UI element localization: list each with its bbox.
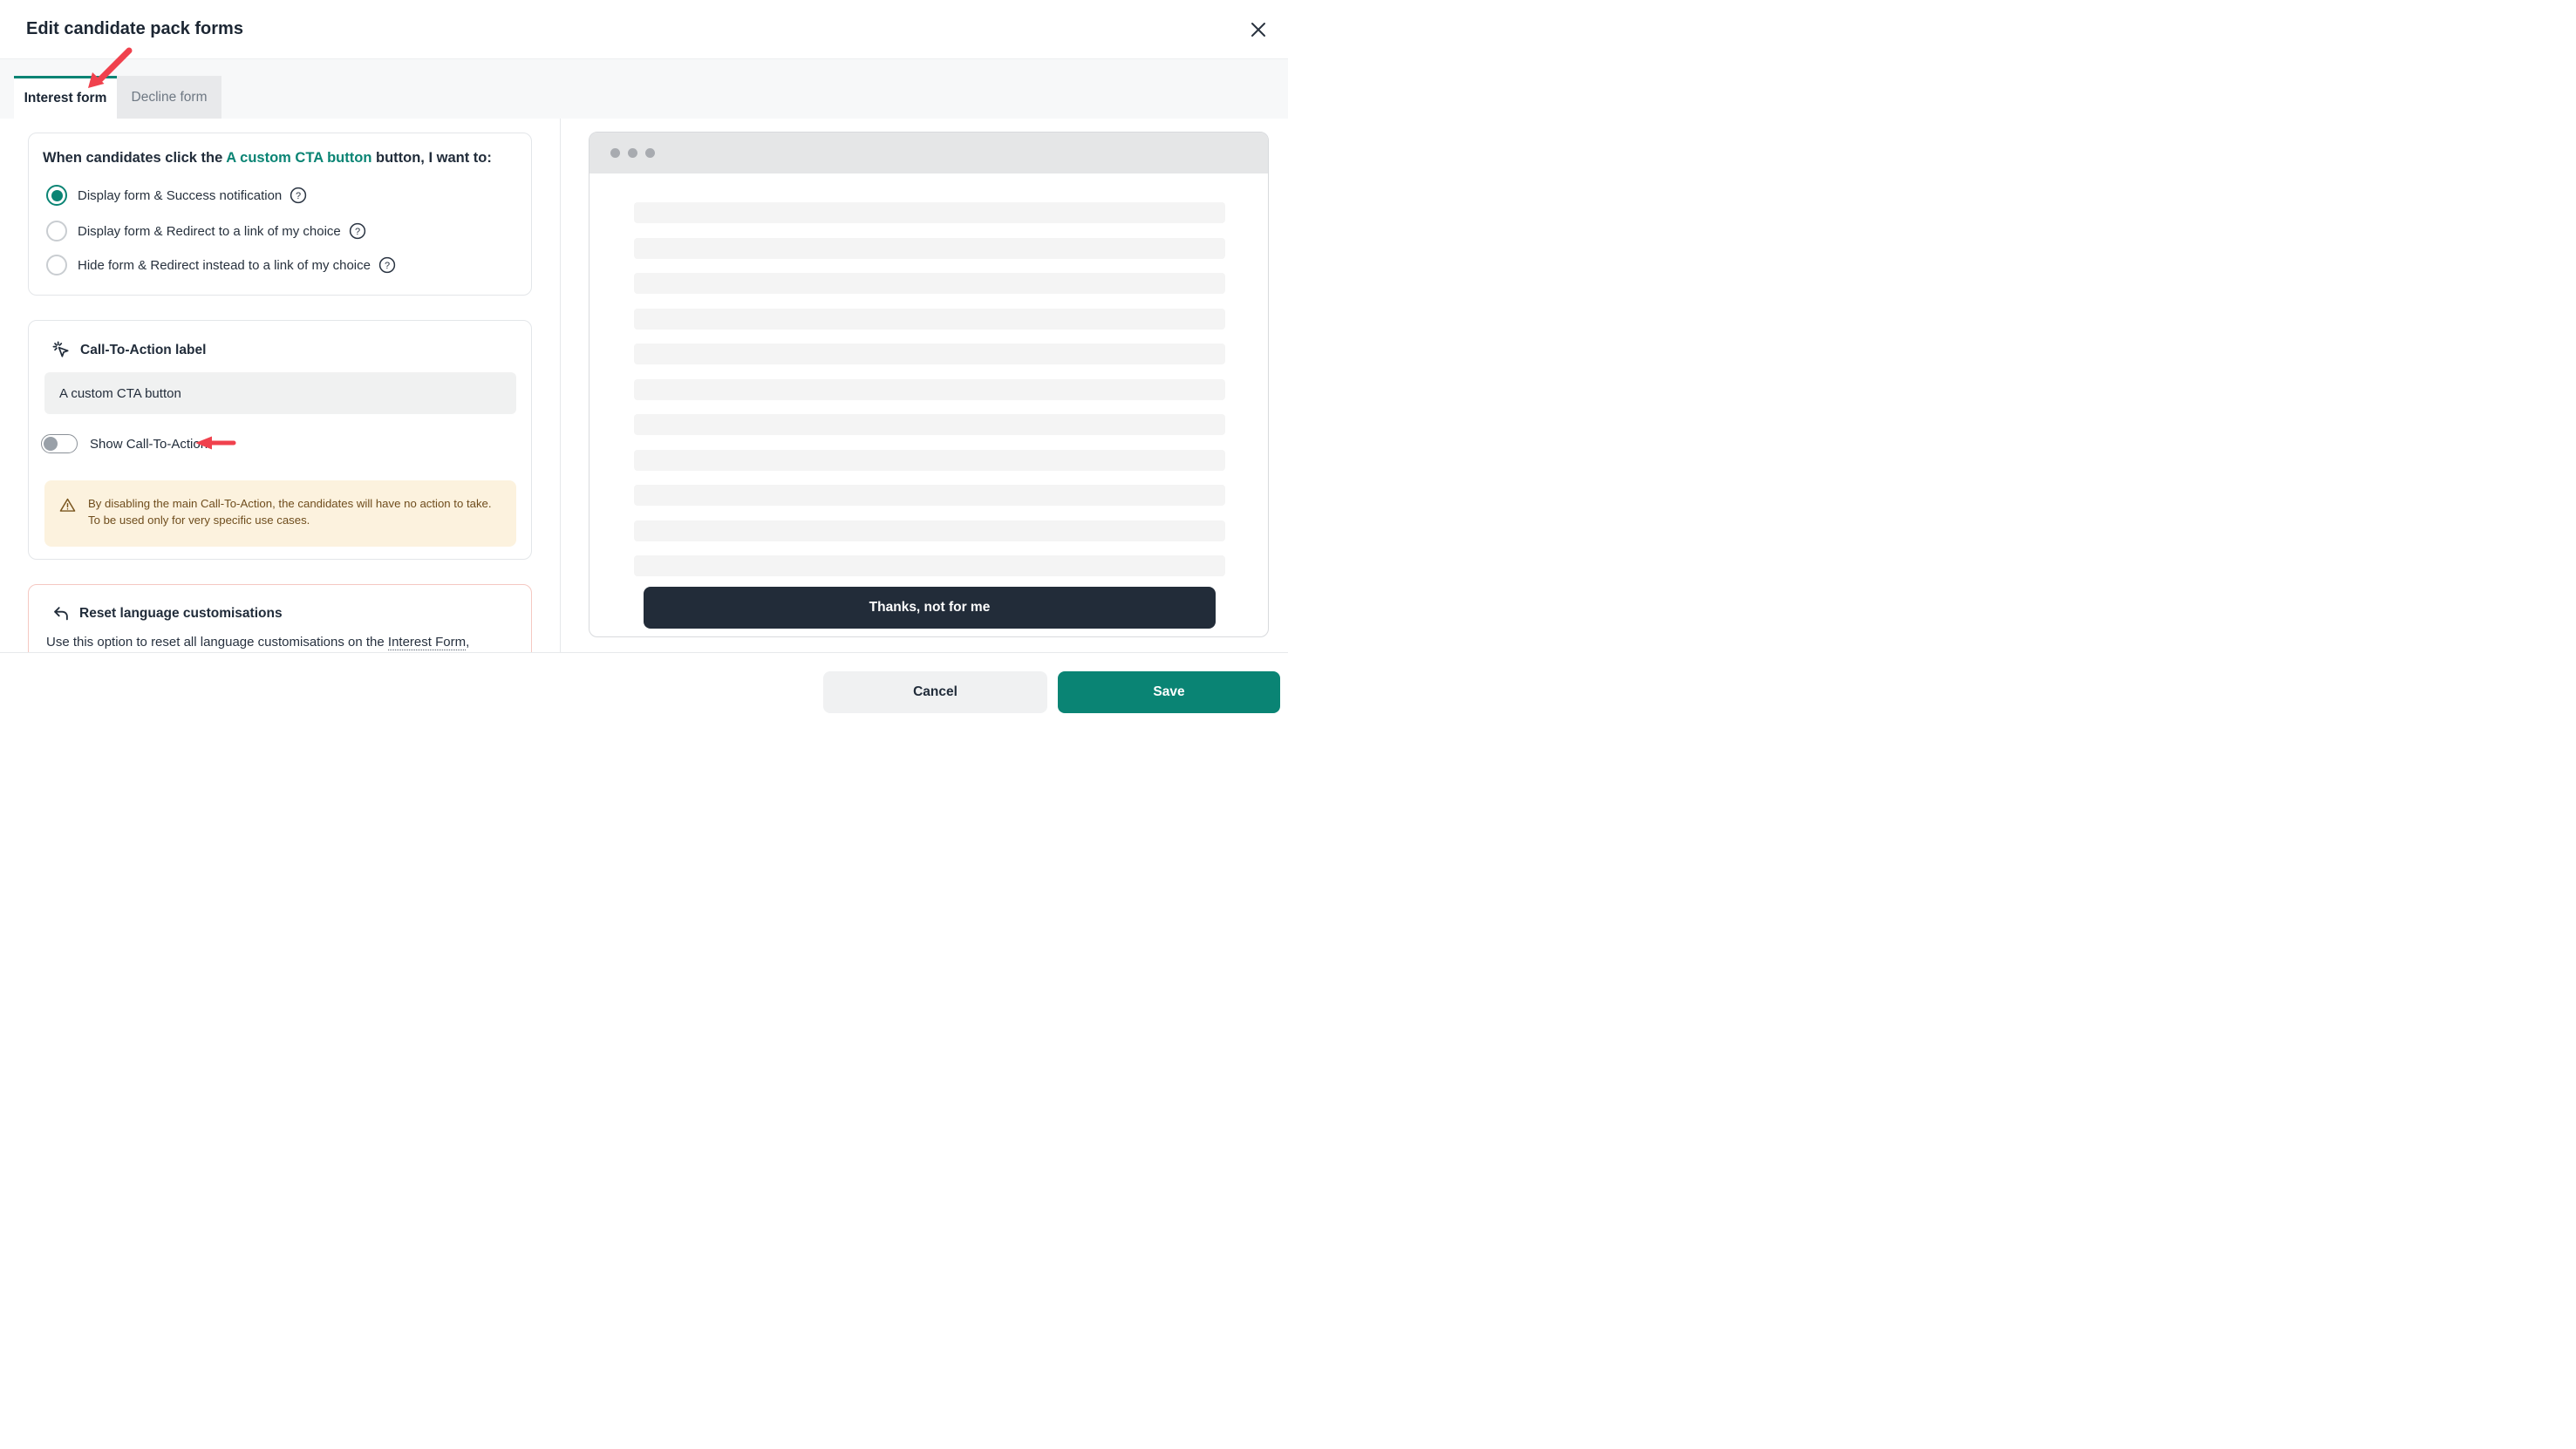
browser-dot-icon [610, 148, 620, 158]
cta-warning-banner: By disabling the main Call-To-Action, th… [44, 480, 516, 547]
skeleton-bar [634, 238, 1225, 259]
candidate-pack-preview: Thanks, not for me [589, 132, 1269, 637]
radio-button-icon[interactable] [46, 255, 67, 276]
cta-label-heading: Call-To-Action label [80, 343, 206, 358]
help-icon[interactable]: ? [378, 256, 396, 274]
undo-icon [51, 604, 71, 623]
heading-cta-link: A custom CTA button [226, 150, 371, 166]
interest-form-term: Interest Form [388, 635, 466, 650]
close-button[interactable] [1248, 19, 1269, 40]
toggle-knob [44, 437, 58, 451]
heading-suffix: button, I want to: [371, 150, 491, 166]
warning-line-2: To be used only for very specific use ca… [88, 512, 498, 528]
cursor-click-icon [51, 340, 72, 360]
browser-dot-icon [628, 148, 637, 158]
cta-label-input[interactable]: A custom CTA button [44, 372, 516, 414]
help-icon[interactable]: ? [290, 187, 307, 204]
decline-cta-preview-button[interactable]: Thanks, not for me [644, 587, 1216, 629]
save-button[interactable]: Save [1058, 671, 1280, 713]
browser-dots-icon [610, 148, 655, 158]
tab-decline-form-label: Decline form [132, 90, 208, 105]
reset-language-header: Reset language customisations [51, 604, 283, 623]
edit-candidate-pack-forms-modal: Edit candidate pack forms Interest form … [0, 0, 1288, 724]
show-cta-toggle-label: Show Call-To-Action [90, 437, 208, 452]
svg-text:?: ? [296, 191, 301, 201]
reset-language-heading: Reset language customisations [79, 606, 283, 622]
warning-line-1: By disabling the main Call-To-Action, th… [88, 495, 498, 512]
reset-language-description: Use this option to reset all language cu… [46, 633, 517, 652]
radio-display-form-redirect[interactable]: Display form & Redirect to a link of my … [46, 221, 366, 242]
tab-decline-form[interactable]: Decline form [117, 76, 221, 119]
skeleton-bar [634, 520, 1225, 541]
skeleton-bar [634, 273, 1225, 294]
skeleton-bar [634, 202, 1225, 223]
cancel-button[interactable]: Cancel [823, 671, 1047, 713]
skeleton-bar [634, 344, 1225, 364]
help-icon[interactable]: ? [349, 222, 366, 240]
reset-body-prefix: Use this option to reset all language cu… [46, 635, 388, 650]
cta-behavior-card: When candidates click the A custom CTA b… [28, 133, 532, 296]
browser-dot-icon [645, 148, 655, 158]
show-cta-toggle[interactable] [41, 434, 78, 453]
warning-text: By disabling the main Call-To-Action, th… [88, 495, 498, 528]
svg-text:?: ? [385, 261, 390, 271]
tab-interest-form[interactable]: Interest form [14, 76, 117, 119]
browser-chrome-bar [589, 133, 1268, 173]
modal-title: Edit candidate pack forms [26, 19, 243, 39]
skeleton-bar [634, 485, 1225, 506]
cta-label-input-value: A custom CTA button [59, 386, 181, 401]
modal-header: Edit candidate pack forms [0, 0, 1288, 59]
skeleton-bar [634, 309, 1225, 330]
pane-divider [560, 119, 561, 652]
skeleton-bar [634, 555, 1225, 576]
show-cta-toggle-row: Show Call-To-Action [41, 434, 208, 453]
svg-text:?: ? [355, 227, 360, 237]
cta-behavior-heading: When candidates click the A custom CTA b… [43, 149, 521, 167]
tab-interest-form-label: Interest form [24, 91, 107, 106]
radio-button-icon[interactable] [46, 185, 67, 206]
skeleton-bar [634, 450, 1225, 471]
reset-language-card: Reset language customisations Use this o… [28, 584, 532, 652]
radio-label: Hide form & Redirect instead to a link o… [78, 258, 371, 273]
radio-display-form-success[interactable]: Display form & Success notification ? [46, 185, 307, 206]
radio-label: Display form & Success notification [78, 188, 282, 203]
warning-triangle-icon [58, 496, 77, 519]
radio-button-icon[interactable] [46, 221, 67, 242]
radio-hide-form-redirect[interactable]: Hide form & Redirect instead to a link o… [46, 255, 396, 276]
modal-footer: Cancel Save [0, 652, 1288, 724]
skeleton-bar [634, 379, 1225, 400]
cta-label-header: Call-To-Action label [51, 340, 206, 360]
tab-bar: Interest form Decline form [0, 59, 1288, 119]
heading-prefix: When candidates click the [43, 150, 226, 166]
decline-cta-preview-label: Thanks, not for me [869, 600, 991, 616]
radio-label: Display form & Redirect to a link of my … [78, 224, 341, 239]
cta-label-card: Call-To-Action label A custom CTA button… [28, 320, 532, 560]
close-icon [1251, 22, 1266, 37]
skeleton-bar [634, 414, 1225, 435]
modal-content: When candidates click the A custom CTA b… [0, 119, 1288, 652]
